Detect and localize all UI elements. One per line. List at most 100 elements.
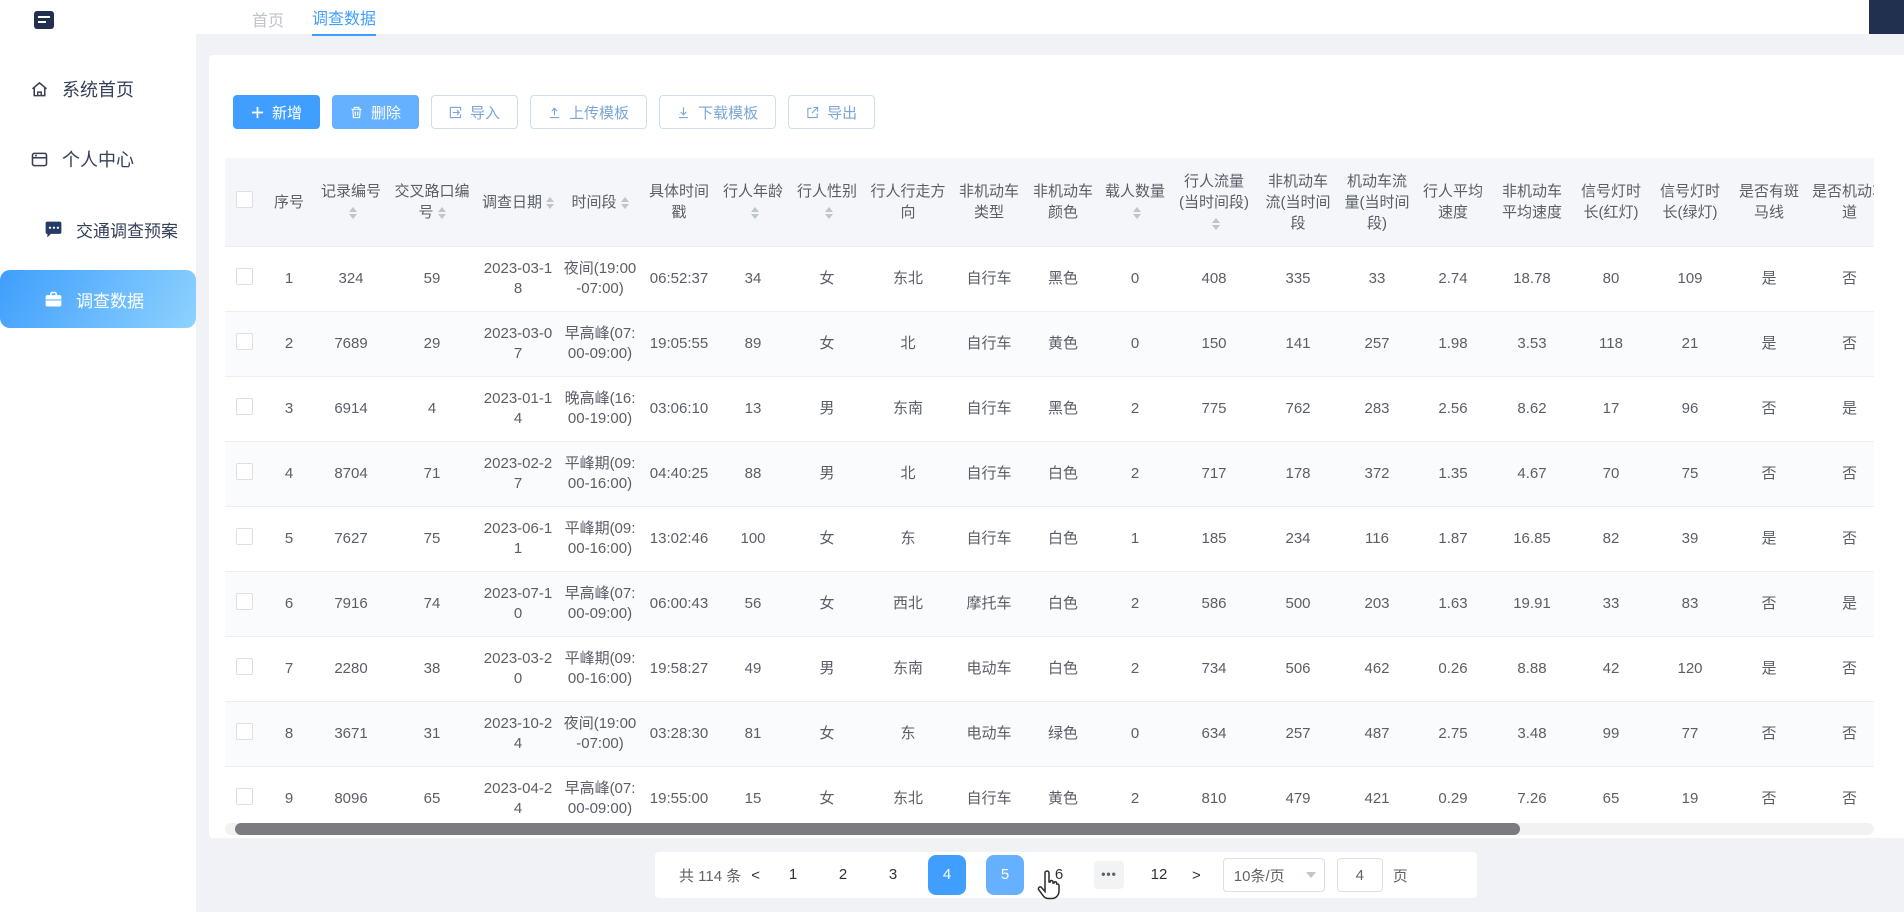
row-select-cell	[225, 442, 263, 507]
import-icon	[449, 106, 462, 119]
select-all-checkbox[interactable]	[236, 191, 253, 208]
upload-icon	[548, 106, 561, 119]
upload-template-button[interactable]: 上传模板	[530, 95, 647, 129]
more-pages-button[interactable]: •••	[1094, 861, 1124, 889]
toolbar: 新增删除导入 上传模板 下载模板 导出	[233, 95, 875, 129]
row-checkbox[interactable]	[236, 788, 253, 805]
download-template-button[interactable]: 下载模板	[659, 95, 776, 129]
sidebar-item-system-home[interactable]: 系统首页	[0, 60, 196, 118]
table-cell: 21	[1649, 312, 1731, 377]
table-cell: 13:02:46	[641, 507, 717, 572]
table-row: 57627752023-06-11平峰期(09:00-16:00)13:02:4…	[225, 507, 1874, 572]
column-header-4[interactable]: 调查日期	[477, 158, 559, 247]
sort-carets-icon	[1212, 218, 1220, 230]
row-checkbox[interactable]	[236, 268, 253, 285]
table-cell: 是	[1731, 637, 1807, 702]
panel-icon	[28, 149, 50, 170]
select-all-header	[225, 158, 263, 247]
table-cell: 白色	[1027, 442, 1099, 507]
table-cell: 2280	[315, 637, 387, 702]
column-header-7[interactable]: 行人年龄	[717, 158, 789, 247]
table-cell: 4.67	[1491, 442, 1573, 507]
sidebar-item-survey-data[interactable]: 调查数据	[0, 270, 196, 328]
table-cell: 平峰期(09:00-16:00)	[559, 637, 641, 702]
table-cell: 19:58:27	[641, 637, 717, 702]
page-button-1[interactable]: 1	[778, 855, 808, 895]
table-cell: 2	[1099, 572, 1171, 637]
table-cell: 0	[1099, 312, 1171, 377]
table-cell: 82	[1573, 507, 1649, 572]
sidebar-item-personal-center[interactable]: 个人中心	[0, 130, 196, 188]
row-checkbox[interactable]	[236, 333, 253, 350]
table-cell: 自行车	[951, 312, 1027, 377]
add-button[interactable]: 新增	[233, 95, 320, 129]
table-cell: 否	[1807, 247, 1874, 312]
table-cell: 2.74	[1415, 247, 1491, 312]
column-header-3[interactable]: 交叉路口编号	[387, 158, 477, 247]
column-header-8[interactable]: 行人性别	[789, 158, 865, 247]
table-cell: 2	[1099, 767, 1171, 819]
page-button-5[interactable]: 5	[986, 855, 1024, 895]
table-cell: 408	[1171, 247, 1257, 312]
import-button[interactable]: 导入	[431, 95, 518, 129]
page-jump-input[interactable]	[1337, 858, 1383, 892]
row-checkbox[interactable]	[236, 593, 253, 610]
column-header-19: 信号灯时长(绿灯)	[1649, 158, 1731, 247]
row-checkbox[interactable]	[236, 463, 253, 480]
sidebar-item-traffic-survey-plan[interactable]: 交通调查预案	[0, 200, 196, 258]
table-cell: 8	[263, 702, 315, 767]
button-label: 上传模板	[569, 102, 629, 123]
page-button-2[interactable]: 2	[828, 855, 858, 895]
table-cell: 早高峰(07:00-09:00)	[559, 767, 641, 819]
page-jump-suffix: 页	[1393, 865, 1408, 886]
breadcrumb-home[interactable]: 首页	[252, 7, 284, 31]
row-select-cell	[225, 767, 263, 819]
table-cell: 1.87	[1415, 507, 1491, 572]
column-header-12[interactable]: 载人数量	[1099, 158, 1171, 247]
column-header-10: 非机动车类型	[951, 158, 1027, 247]
page-button-3[interactable]: 3	[878, 855, 908, 895]
delete-button[interactable]: 删除	[332, 95, 419, 129]
page-button-4[interactable]: 4	[928, 855, 966, 895]
table-cell: 4	[263, 442, 315, 507]
export-button[interactable]: 导出	[788, 95, 875, 129]
row-checkbox[interactable]	[236, 723, 253, 740]
trash-icon	[350, 106, 363, 119]
table-cell: 734	[1171, 637, 1257, 702]
table-cell: 203	[1339, 572, 1415, 637]
page-button-12[interactable]: 12	[1144, 855, 1174, 895]
row-checkbox[interactable]	[236, 528, 253, 545]
table-cell: 141	[1257, 312, 1339, 377]
sort-carets-icon	[751, 207, 759, 219]
prev-page-button[interactable]: <	[751, 867, 760, 884]
column-header-13[interactable]: 行人流量(当时间段)	[1171, 158, 1257, 247]
column-header-2[interactable]: 记录编号	[315, 158, 387, 247]
table-cell: 否	[1731, 767, 1807, 819]
button-label: 导出	[827, 102, 857, 123]
table-cell: 白色	[1027, 572, 1099, 637]
table-cell: 586	[1171, 572, 1257, 637]
table-cell: 是	[1731, 247, 1807, 312]
table-cell: 2	[1099, 442, 1171, 507]
table-cell: 否	[1731, 702, 1807, 767]
horizontal-scrollbar-thumb[interactable]	[235, 823, 1520, 835]
column-header-5[interactable]: 时间段	[559, 158, 641, 247]
column-label: 信号灯时长(红灯)	[1581, 183, 1641, 221]
pagination-bar: 共 114 条 < 123456•••12 > 10条/页 页	[655, 852, 1477, 898]
table-cell: 否	[1731, 572, 1807, 637]
page-size-select[interactable]: 10条/页	[1223, 858, 1325, 892]
column-label: 是否有斑马线	[1739, 183, 1799, 221]
breadcrumb-current-tab[interactable]: 调查数据	[312, 5, 376, 36]
page-button-6[interactable]: 6	[1044, 855, 1074, 895]
table-cell: 7627	[315, 507, 387, 572]
next-page-button[interactable]: >	[1192, 867, 1201, 884]
table-cell: 否	[1731, 442, 1807, 507]
column-header-9: 行人行走方向	[865, 158, 951, 247]
table-cell: 38	[387, 637, 477, 702]
row-checkbox[interactable]	[236, 658, 253, 675]
row-checkbox[interactable]	[236, 398, 253, 415]
table-cell: 2023-10-24	[477, 702, 559, 767]
table-cell: 女	[789, 702, 865, 767]
table-cell: 9	[263, 767, 315, 819]
column-label: 是否机动车道	[1812, 183, 1874, 221]
